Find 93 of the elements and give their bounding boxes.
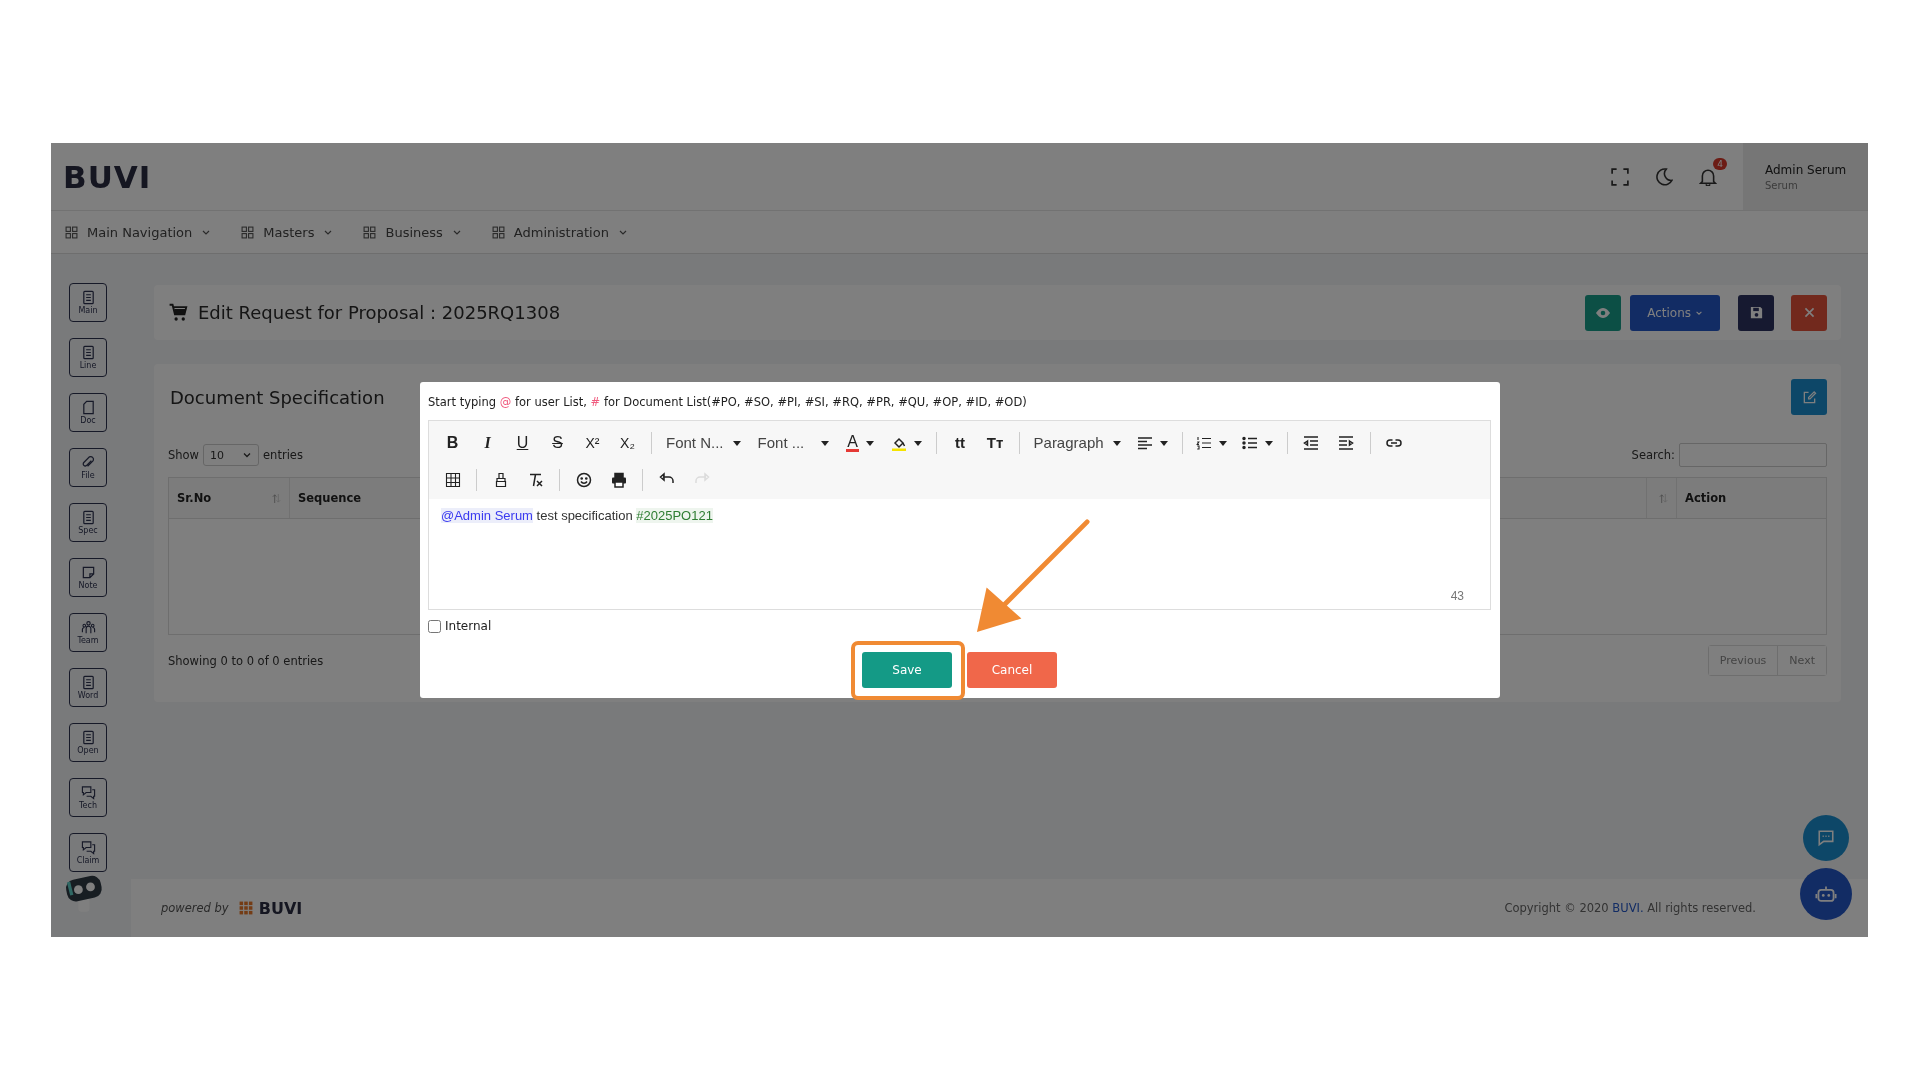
- table-info: Showing 0 to 0 of 0 entries: [168, 653, 324, 668]
- underline-button[interactable]: U: [505, 427, 540, 458]
- powered-by-label: powered by: [161, 901, 229, 915]
- internal-checkbox[interactable]: [428, 619, 441, 633]
- document-icon: [80, 675, 96, 690]
- sidebar-item[interactable]: Line: [69, 338, 107, 377]
- sidebar-item[interactable]: Doc: [69, 393, 107, 432]
- sidebar-item[interactable]: Word: [69, 668, 107, 707]
- dot-grid-logo-icon: [238, 901, 253, 915]
- search-field[interactable]: [1679, 443, 1827, 467]
- outdent-icon: [1303, 434, 1320, 451]
- search-label: Search:: [1631, 448, 1675, 462]
- paperclip-icon: [80, 455, 96, 470]
- entries-label: entries: [263, 448, 303, 462]
- section-title: Document Specification: [170, 387, 385, 408]
- close-button[interactable]: [1791, 294, 1827, 331]
- sidebar-item[interactable]: Note: [69, 558, 107, 597]
- sidebar-item[interactable]: Spec: [69, 503, 107, 542]
- grid-icon: [363, 225, 377, 239]
- strikethrough-button[interactable]: S: [540, 427, 575, 458]
- sidebar-item[interactable]: Open: [69, 723, 107, 762]
- chat-bubbles-icon: [80, 785, 96, 800]
- text-size-button[interactable]: Tт: [977, 427, 1013, 458]
- show-label: Show: [168, 448, 200, 462]
- toolbar-dropdown[interactable]: Paragraph: [1025, 427, 1130, 458]
- nav-menu-item[interactable]: Masters: [241, 224, 334, 240]
- align-icon: [1136, 434, 1153, 451]
- pagination-button[interactable]: Next: [1777, 646, 1826, 675]
- chevron-down-icon: [242, 450, 253, 460]
- footer-logo: BUVI: [258, 898, 303, 918]
- sidebar-item[interactable]: File: [69, 448, 107, 487]
- rich-text-editor[interactable]: B I U S X² X₂ Font N... Font ... A tt Tт Paragraph @Admin Serum test specification #2025PO121 43: [428, 420, 1491, 610]
- robot-icon: [1815, 883, 1837, 905]
- cancel-button[interactable]: Cancel: [967, 652, 1057, 688]
- notification-badge: 4: [1713, 157, 1727, 170]
- script-button[interactable]: X²: [575, 427, 610, 458]
- page-icon: [80, 400, 96, 415]
- user-menu[interactable]: Admin Serum Serum: [1743, 143, 1868, 210]
- italic-button[interactable]: I: [470, 427, 505, 458]
- column-header[interactable]: Action: [1677, 478, 1826, 518]
- grid-icon: [241, 225, 255, 239]
- editor-hint: Start typing @ for user List, # for Document List(#PO, #SO, #PI, #SI, #RQ, #PR, #QU, #OP, #ID, #OD): [428, 395, 1028, 409]
- nav-menu-item[interactable]: Main Navigation: [65, 224, 212, 240]
- bold-button[interactable]: B: [435, 427, 470, 458]
- page-title: Edit Request for Proposal : 2025RQ1308: [198, 302, 562, 323]
- document-icon: [80, 730, 96, 745]
- cart-icon: [169, 303, 188, 322]
- edit-icon: [1801, 389, 1817, 405]
- editor-text: @Admin Serum test specification #2025PO121: [441, 508, 714, 523]
- clear-format-icon: [527, 471, 544, 488]
- nav-menu-item[interactable]: Business: [363, 224, 462, 240]
- close-icon: [1802, 306, 1816, 319]
- grid-icon: [65, 225, 78, 239]
- chatbot-button[interactable]: [1800, 868, 1852, 920]
- save-icon-button[interactable]: [1738, 294, 1774, 331]
- grid-icon: [491, 225, 505, 239]
- text-size-button[interactable]: tt: [942, 427, 978, 458]
- edit-button[interactable]: [1791, 379, 1827, 415]
- toolbar-dropdown[interactable]: Font ...: [749, 427, 838, 458]
- character-count: 43: [1450, 589, 1464, 603]
- moon-icon[interactable]: [1655, 167, 1673, 186]
- actions-button[interactable]: Actions: [1630, 294, 1720, 331]
- bell-icon[interactable]: [1699, 167, 1717, 186]
- page-size-select[interactable]: 10: [203, 444, 260, 466]
- fullscreen-icon[interactable]: [1611, 167, 1629, 186]
- font-color-button[interactable]: A: [837, 427, 884, 458]
- view-button[interactable]: [1585, 294, 1621, 331]
- print-icon: [610, 471, 627, 488]
- numbered-list-icon: [1195, 434, 1212, 451]
- script-button[interactable]: X₂: [610, 427, 645, 458]
- sticky-note-icon: [80, 565, 96, 580]
- save-button[interactable]: Save: [862, 652, 952, 688]
- sidebar-item[interactable]: Claim: [69, 833, 107, 872]
- chat-button[interactable]: [1803, 815, 1849, 861]
- sidebar-item[interactable]: Tech: [69, 778, 107, 817]
- table-icon: [444, 471, 461, 488]
- chat-icon: [1817, 829, 1835, 847]
- chat-bubbles-icon: [80, 840, 96, 855]
- document-icon: [80, 345, 96, 360]
- document-icon: [80, 290, 96, 305]
- logo[interactable]: BUVI: [63, 158, 152, 195]
- emoji-icon: [575, 471, 592, 488]
- copyright-text: Copyright © 2020 BUVI. All rights reserved.: [1504, 901, 1756, 915]
- indent-icon: [1338, 434, 1355, 451]
- document-icon: [80, 510, 96, 525]
- internal-label: Internal: [445, 619, 492, 633]
- sidebar-item[interactable]: Team: [69, 613, 107, 652]
- column-header[interactable]: Sr.No: [169, 478, 290, 518]
- bulleted-list-icon: [1241, 434, 1258, 451]
- people-icon: [80, 620, 96, 635]
- nav-menu-item[interactable]: Administration: [491, 224, 628, 240]
- toolbar-dropdown[interactable]: Font N...: [658, 427, 750, 458]
- sidebar-item[interactable]: Main: [69, 283, 107, 322]
